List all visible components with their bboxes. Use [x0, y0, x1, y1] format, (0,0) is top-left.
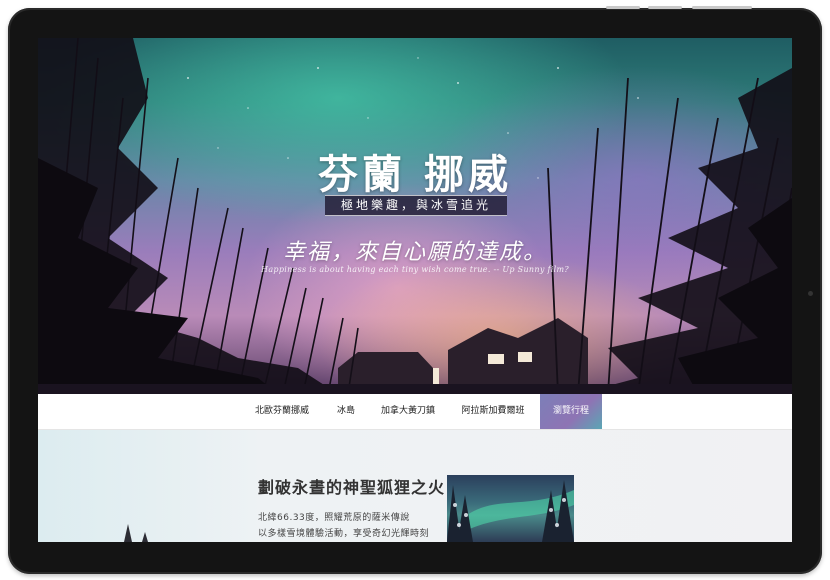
tablet-frame: 芬蘭 挪威 極地樂趣，與冰雪追光 幸福，來自心願的達成。 Happiness i… — [8, 6, 822, 574]
screen: 芬蘭 挪威 極地樂趣，與冰雪追光 幸福，來自心願的達成。 Happiness i… — [38, 38, 792, 542]
hero-title: 芬蘭 挪威 — [318, 151, 512, 198]
section-title: 劃破永晝的神聖狐狸之火 — [258, 478, 446, 497]
hero-banner: 芬蘭 挪威 極地樂趣，與冰雪追光 幸福，來自心願的達成。 Happiness i… — [38, 38, 792, 394]
nav-item-browse-itinerary[interactable]: 瀏覽行程 — [540, 394, 602, 429]
forest-silhouette — [38, 38, 792, 394]
nav-item-iceland[interactable]: 冰島 — [322, 394, 370, 429]
device-button — [606, 6, 640, 9]
section-text-line: 北緯66.33度，照耀荒原的薩米傳說 — [258, 513, 410, 523]
hero-subtitle: 極地樂趣，與冰雪追光 — [325, 195, 507, 216]
device-button — [648, 6, 682, 9]
nav-item-finland-norway[interactable]: 北歐芬蘭挪威 — [242, 394, 322, 429]
device-button — [692, 6, 752, 9]
section-text-line: 以多樣雪境體驗活動，享受奇幻光輝時刻 — [258, 529, 430, 539]
nav-item-yellowknife[interactable]: 加拿大黃刀鎮 — [370, 394, 446, 429]
camera-icon — [808, 291, 813, 296]
destination-nav: 北歐芬蘭挪威 冰島 加拿大黃刀鎮 阿拉斯加費爾班 瀏覽行程 — [38, 394, 792, 430]
intro-section: 劃破永晝的神聖狐狸之火 北緯66.33度，照耀荒原的薩米傳說 以多樣雪境體驗活動… — [38, 430, 792, 542]
aurora-thumbnail — [447, 475, 574, 542]
tree-decoration — [124, 524, 148, 542]
hero-quote: Happiness is about having each tiny wish… — [261, 265, 569, 274]
nav-item-fairbanks[interactable]: 阿拉斯加費爾班 — [446, 394, 540, 429]
hero-script-line: 幸福，來自心願的達成。 — [282, 240, 547, 265]
